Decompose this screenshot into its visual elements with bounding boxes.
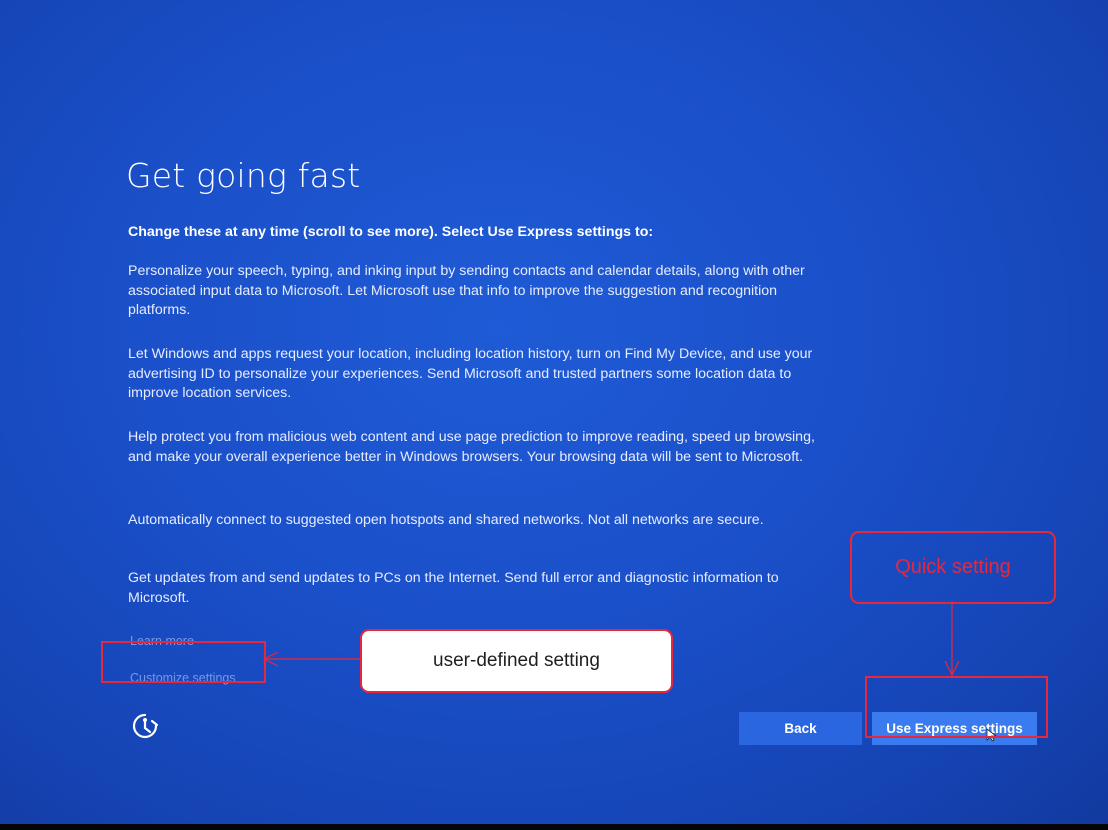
monitor-bezel-bottom xyxy=(0,824,1108,830)
paragraph-hotspots: Automatically connect to suggested open … xyxy=(128,512,764,528)
quick-setting-annotation: Quick setting xyxy=(850,531,1056,604)
paragraph-location: Let Windows and apps request your locati… xyxy=(128,346,813,401)
ease-of-access-icon[interactable] xyxy=(130,711,160,741)
paragraph-speech-typing: Personalize your speech, typing, and ink… xyxy=(128,263,805,318)
back-button[interactable]: Back xyxy=(739,712,862,745)
express-highlight-box xyxy=(865,676,1048,738)
customize-highlight-box xyxy=(101,641,266,683)
paragraph-browser: Help protect you from malicious web cont… xyxy=(128,429,815,465)
page-subtitle: Change these at any time (scroll to see … xyxy=(128,224,654,240)
paragraph-updates: Get updates from and send updates to PCs… xyxy=(128,570,779,606)
page-title: Get going fast xyxy=(126,156,361,195)
user-defined-setting-annotation: user-defined setting xyxy=(360,629,673,693)
